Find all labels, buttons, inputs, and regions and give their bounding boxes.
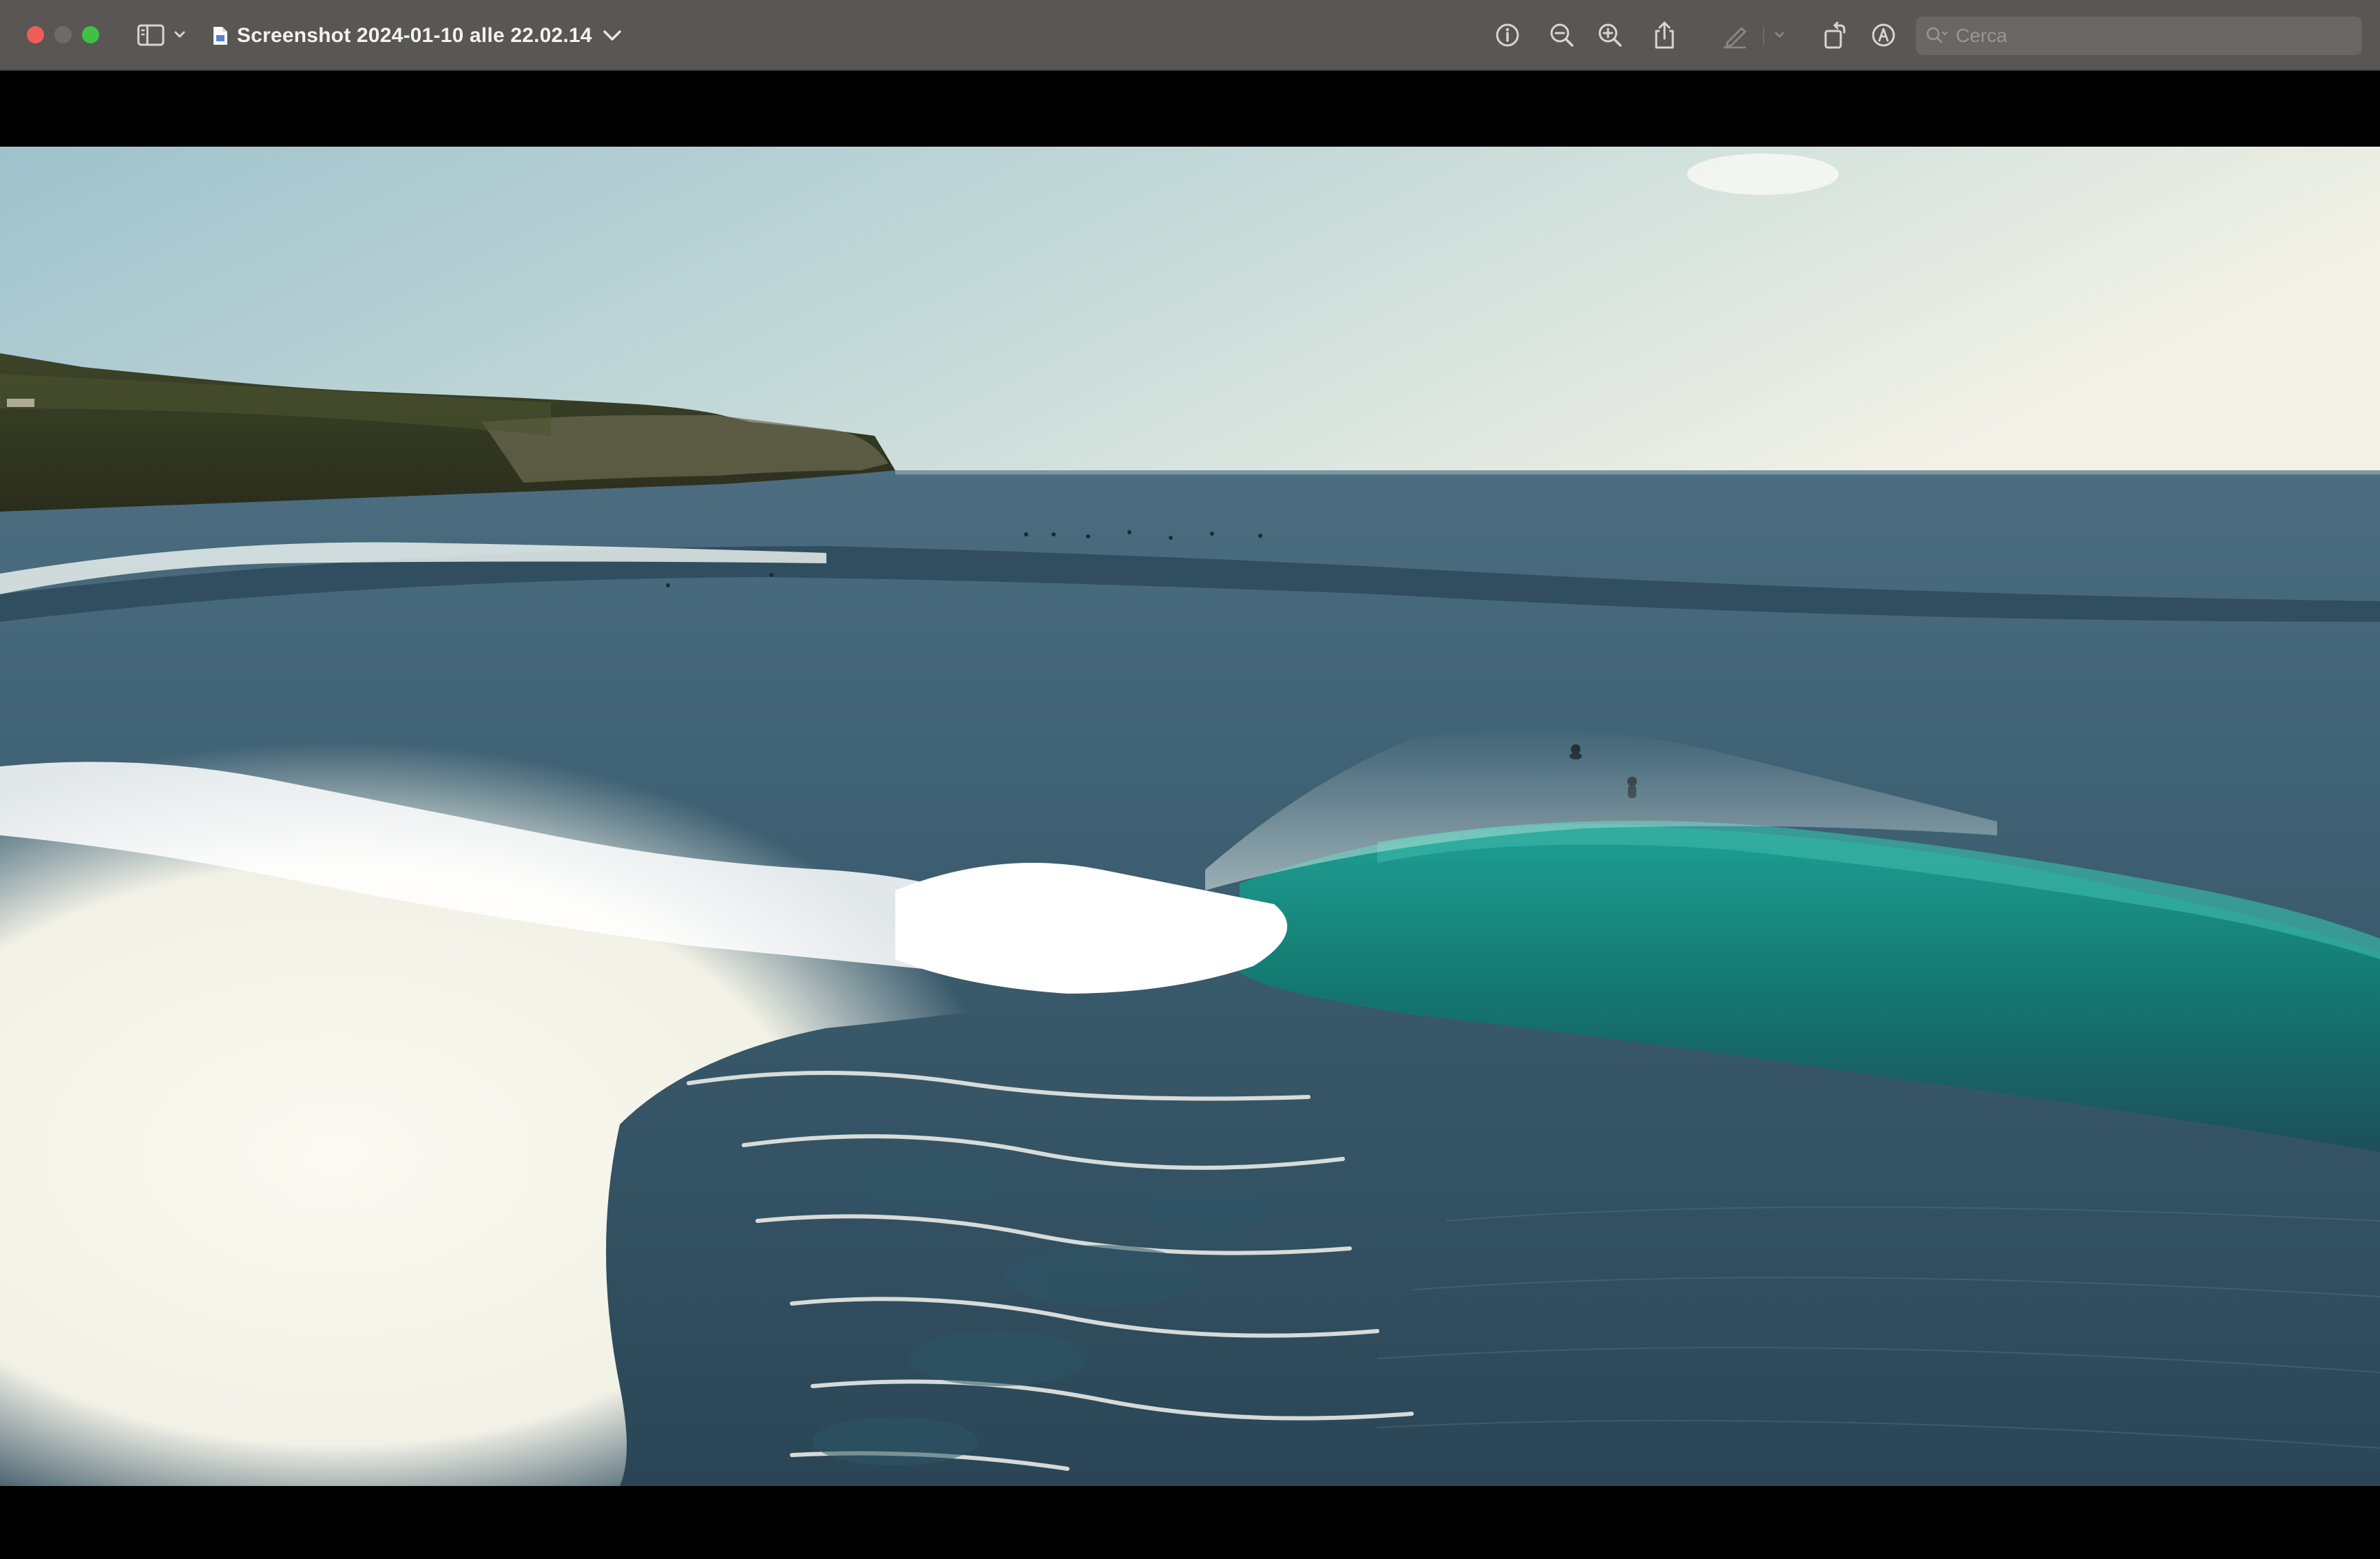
highlight-button[interactable] — [1718, 18, 1794, 52]
zoom-window-button[interactable] — [82, 26, 99, 43]
search-field[interactable] — [1916, 17, 2362, 55]
zoom-in-button[interactable] — [1593, 18, 1627, 52]
search-input[interactable] — [1954, 24, 2343, 48]
info-icon — [1496, 23, 1519, 47]
image-viewport[interactable] — [0, 71, 2380, 1559]
rotate-button[interactable] — [1818, 18, 1852, 52]
photo — [0, 147, 2380, 1486]
share-icon — [1655, 21, 1674, 49]
toolbar: Screenshot 2024-01-10 alle 22.02.14 — [0, 0, 2380, 71]
info-button[interactable] — [1490, 18, 1525, 52]
document-title[interactable]: Screenshot 2024-01-10 alle 22.02.14 — [212, 21, 623, 51]
wave-photo — [0, 147, 2380, 1486]
sidebar-toggle-button[interactable] — [134, 18, 194, 52]
markup-icon — [1872, 23, 1895, 47]
document-title-label: Screenshot 2024-01-10 alle 22.02.14 — [237, 24, 592, 47]
zoom-out-button[interactable] — [1545, 18, 1579, 52]
rotate-icon — [1824, 21, 1846, 49]
markup-button[interactable] — [1866, 18, 1901, 52]
zoom-out-icon — [1550, 23, 1574, 47]
share-button[interactable] — [1647, 18, 1682, 52]
chevron-down-icon[interactable] — [602, 29, 623, 43]
sidebar-icon — [137, 24, 185, 46]
close-window-button[interactable] — [27, 26, 44, 43]
minimize-window-button[interactable] — [54, 26, 72, 43]
zoom-in-icon — [1598, 23, 1622, 47]
document-icon — [213, 27, 227, 45]
preview-window: Screenshot 2024-01-10 alle 22.02.14 — [0, 0, 2380, 1559]
highlighter-icon — [1724, 27, 1784, 49]
search-icon — [1926, 27, 1948, 43]
